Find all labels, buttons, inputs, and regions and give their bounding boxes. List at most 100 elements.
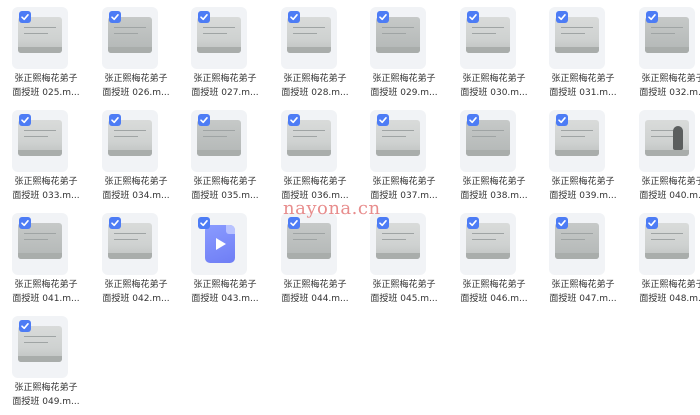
- file-name-line-2: 面授班 030.m...: [460, 88, 528, 98]
- checkbox-checked-icon[interactable]: [109, 217, 121, 229]
- file-thumbnail[interactable]: [639, 110, 695, 172]
- file-item[interactable]: 张正熙梅花弟子 面授班 040.m...: [634, 107, 700, 209]
- file-item[interactable]: 张正熙梅花弟子 面授班 037.m...: [365, 107, 443, 209]
- file-thumbnail[interactable]: [549, 7, 605, 69]
- file-item[interactable]: 张正熙梅花弟子 面授班 030.m...: [455, 4, 533, 106]
- file-item[interactable]: 张正熙梅花弟子 面授班 025.m...: [7, 4, 85, 106]
- file-thumbnail[interactable]: [370, 213, 426, 275]
- file-thumbnail[interactable]: [281, 213, 337, 275]
- file-item[interactable]: 张正熙梅花弟子 面授班 028.m...: [276, 4, 354, 106]
- file-name-line-1: 张正熙梅花弟子: [14, 280, 78, 290]
- checkbox-checked-icon[interactable]: [198, 11, 210, 23]
- checkbox-checked-icon[interactable]: [556, 114, 568, 126]
- file-name-line-2: 面授班 038.m...: [460, 191, 528, 201]
- file-thumbnail[interactable]: [191, 7, 247, 69]
- file-item[interactable]: 张正熙梅花弟子 面授班 033.m...: [7, 107, 85, 209]
- file-thumbnail[interactable]: [370, 7, 426, 69]
- checkbox-checked-icon[interactable]: [19, 11, 31, 23]
- file-name-line-2: 面授班 046.m...: [460, 294, 528, 304]
- file-thumbnail[interactable]: [12, 316, 68, 378]
- file-item[interactable]: 张正熙梅花弟子 面授班 042.m...: [97, 210, 175, 312]
- file-name-line-2: 面授班 039.m...: [549, 191, 617, 201]
- file-item[interactable]: 张正熙梅花弟子 面授班 026.m...: [97, 4, 175, 106]
- checkbox-checked-icon[interactable]: [19, 320, 31, 332]
- file-name-line-1: 张正熙梅花弟子: [104, 280, 168, 290]
- file-thumbnail[interactable]: [12, 213, 68, 275]
- checkbox-checked-icon[interactable]: [467, 11, 479, 23]
- file-thumbnail[interactable]: [639, 213, 695, 275]
- file-item[interactable]: 张正熙梅花弟子 面授班 049.m...: [7, 313, 85, 415]
- checkbox-checked-icon[interactable]: [377, 11, 389, 23]
- file-name-line-2: 面授班 026.m...: [102, 88, 170, 98]
- file-name-line-2: 面授班 027.m...: [191, 88, 259, 98]
- checkbox-checked-icon[interactable]: [19, 217, 31, 229]
- checkbox-checked-icon[interactable]: [109, 11, 121, 23]
- file-item[interactable]: 张正熙梅花弟子 面授班 048.m...: [634, 210, 700, 312]
- file-name: 张正熙梅花弟子 面授班 030.m...: [455, 72, 533, 100]
- checkbox-checked-icon[interactable]: [556, 217, 568, 229]
- checkbox-checked-icon[interactable]: [467, 217, 479, 229]
- file-name: 张正熙梅花弟子 面授班 032.m...: [634, 72, 700, 100]
- file-name: 张正熙梅花弟子 面授班 049.m...: [7, 381, 85, 409]
- file-name-line-1: 张正熙梅花弟子: [372, 177, 436, 187]
- file-thumbnail[interactable]: [12, 7, 68, 69]
- file-name-line-1: 张正熙梅花弟子: [641, 177, 700, 187]
- file-item[interactable]: 张正熙梅花弟子 面授班 039.m...: [544, 107, 622, 209]
- file-thumbnail[interactable]: [549, 110, 605, 172]
- file-item[interactable]: 张正熙梅花弟子 面授班 032.m...: [634, 4, 700, 106]
- file-name-line-2: 面授班 045.m...: [370, 294, 438, 304]
- file-thumbnail[interactable]: [191, 213, 247, 275]
- file-item[interactable]: 张正熙梅花弟子 面授班 031.m...: [544, 4, 622, 106]
- file-item[interactable]: 张正熙梅花弟子 面授班 041.m...: [7, 210, 85, 312]
- file-thumbnail[interactable]: [281, 7, 337, 69]
- checkbox-checked-icon[interactable]: [288, 114, 300, 126]
- file-thumbnail[interactable]: [460, 213, 516, 275]
- file-item[interactable]: 张正熙梅花弟子 面授班 027.m...: [186, 4, 264, 106]
- file-name-line-2: 面授班 032.m...: [639, 88, 700, 98]
- file-thumbnail[interactable]: [370, 110, 426, 172]
- file-thumbnail[interactable]: [281, 110, 337, 172]
- checkbox-checked-icon[interactable]: [198, 114, 210, 126]
- file-item[interactable]: 张正熙梅花弟子 面授班 044.m...: [276, 210, 354, 312]
- file-name-line-2: 面授班 042.m...: [102, 294, 170, 304]
- file-thumbnail[interactable]: [460, 7, 516, 69]
- file-thumbnail[interactable]: [102, 213, 158, 275]
- file-thumbnail[interactable]: [191, 110, 247, 172]
- checkbox-checked-icon[interactable]: [646, 217, 658, 229]
- file-thumbnail[interactable]: [549, 213, 605, 275]
- checkbox-checked-icon[interactable]: [377, 114, 389, 126]
- checkbox-checked-icon[interactable]: [288, 11, 300, 23]
- checkbox-checked-icon[interactable]: [19, 114, 31, 126]
- file-name-line-2: 面授班 025.m...: [12, 88, 80, 98]
- checkbox-checked-icon[interactable]: [556, 11, 568, 23]
- file-item[interactable]: 张正熙梅花弟子 面授班 034.m...: [97, 107, 175, 209]
- file-name-line-2: 面授班 031.m...: [549, 88, 617, 98]
- file-name: 张正熙梅花弟子 面授班 025.m...: [7, 72, 85, 100]
- file-item[interactable]: 张正熙梅花弟子 面授班 038.m...: [455, 107, 533, 209]
- file-item[interactable]: 张正熙梅花弟子 面授班 046.m...: [455, 210, 533, 312]
- file-thumbnail[interactable]: [460, 110, 516, 172]
- file-name-line-1: 张正熙梅花弟子: [14, 74, 78, 84]
- file-name: 张正熙梅花弟子 面授班 034.m...: [97, 175, 175, 203]
- file-thumbnail[interactable]: [639, 7, 695, 69]
- file-name: 张正熙梅花弟子 面授班 048.m...: [634, 278, 700, 306]
- file-item[interactable]: 张正熙梅花弟子 面授班 035.m...: [186, 107, 264, 209]
- file-name: 张正熙梅花弟子 面授班 028.m...: [276, 72, 354, 100]
- file-name: 张正熙梅花弟子 面授班 038.m...: [455, 175, 533, 203]
- file-item[interactable]: 张正熙梅花弟子 面授班 029.m...: [365, 4, 443, 106]
- checkbox-checked-icon[interactable]: [467, 114, 479, 126]
- checkbox-checked-icon[interactable]: [198, 217, 210, 229]
- file-item[interactable]: 张正熙梅花弟子 面授班 036.m...: [276, 107, 354, 209]
- file-thumbnail[interactable]: [102, 110, 158, 172]
- file-item[interactable]: 张正熙梅花弟子 面授班 047.m...: [544, 210, 622, 312]
- file-thumbnail[interactable]: [12, 110, 68, 172]
- file-name: 张正熙梅花弟子 面授班 031.m...: [544, 72, 622, 100]
- file-name: 张正熙梅花弟子 面授班 045.m...: [365, 278, 443, 306]
- file-thumbnail[interactable]: [102, 7, 158, 69]
- file-item[interactable]: 张正熙梅花弟子 面授班 043.m...: [186, 210, 264, 312]
- checkbox-checked-icon[interactable]: [109, 114, 121, 126]
- file-item[interactable]: 张正熙梅花弟子 面授班 045.m...: [365, 210, 443, 312]
- checkbox-checked-icon[interactable]: [646, 11, 658, 23]
- file-name-line-1: 张正熙梅花弟子: [193, 177, 257, 187]
- file-name: 张正熙梅花弟子 面授班 046.m...: [455, 278, 533, 306]
